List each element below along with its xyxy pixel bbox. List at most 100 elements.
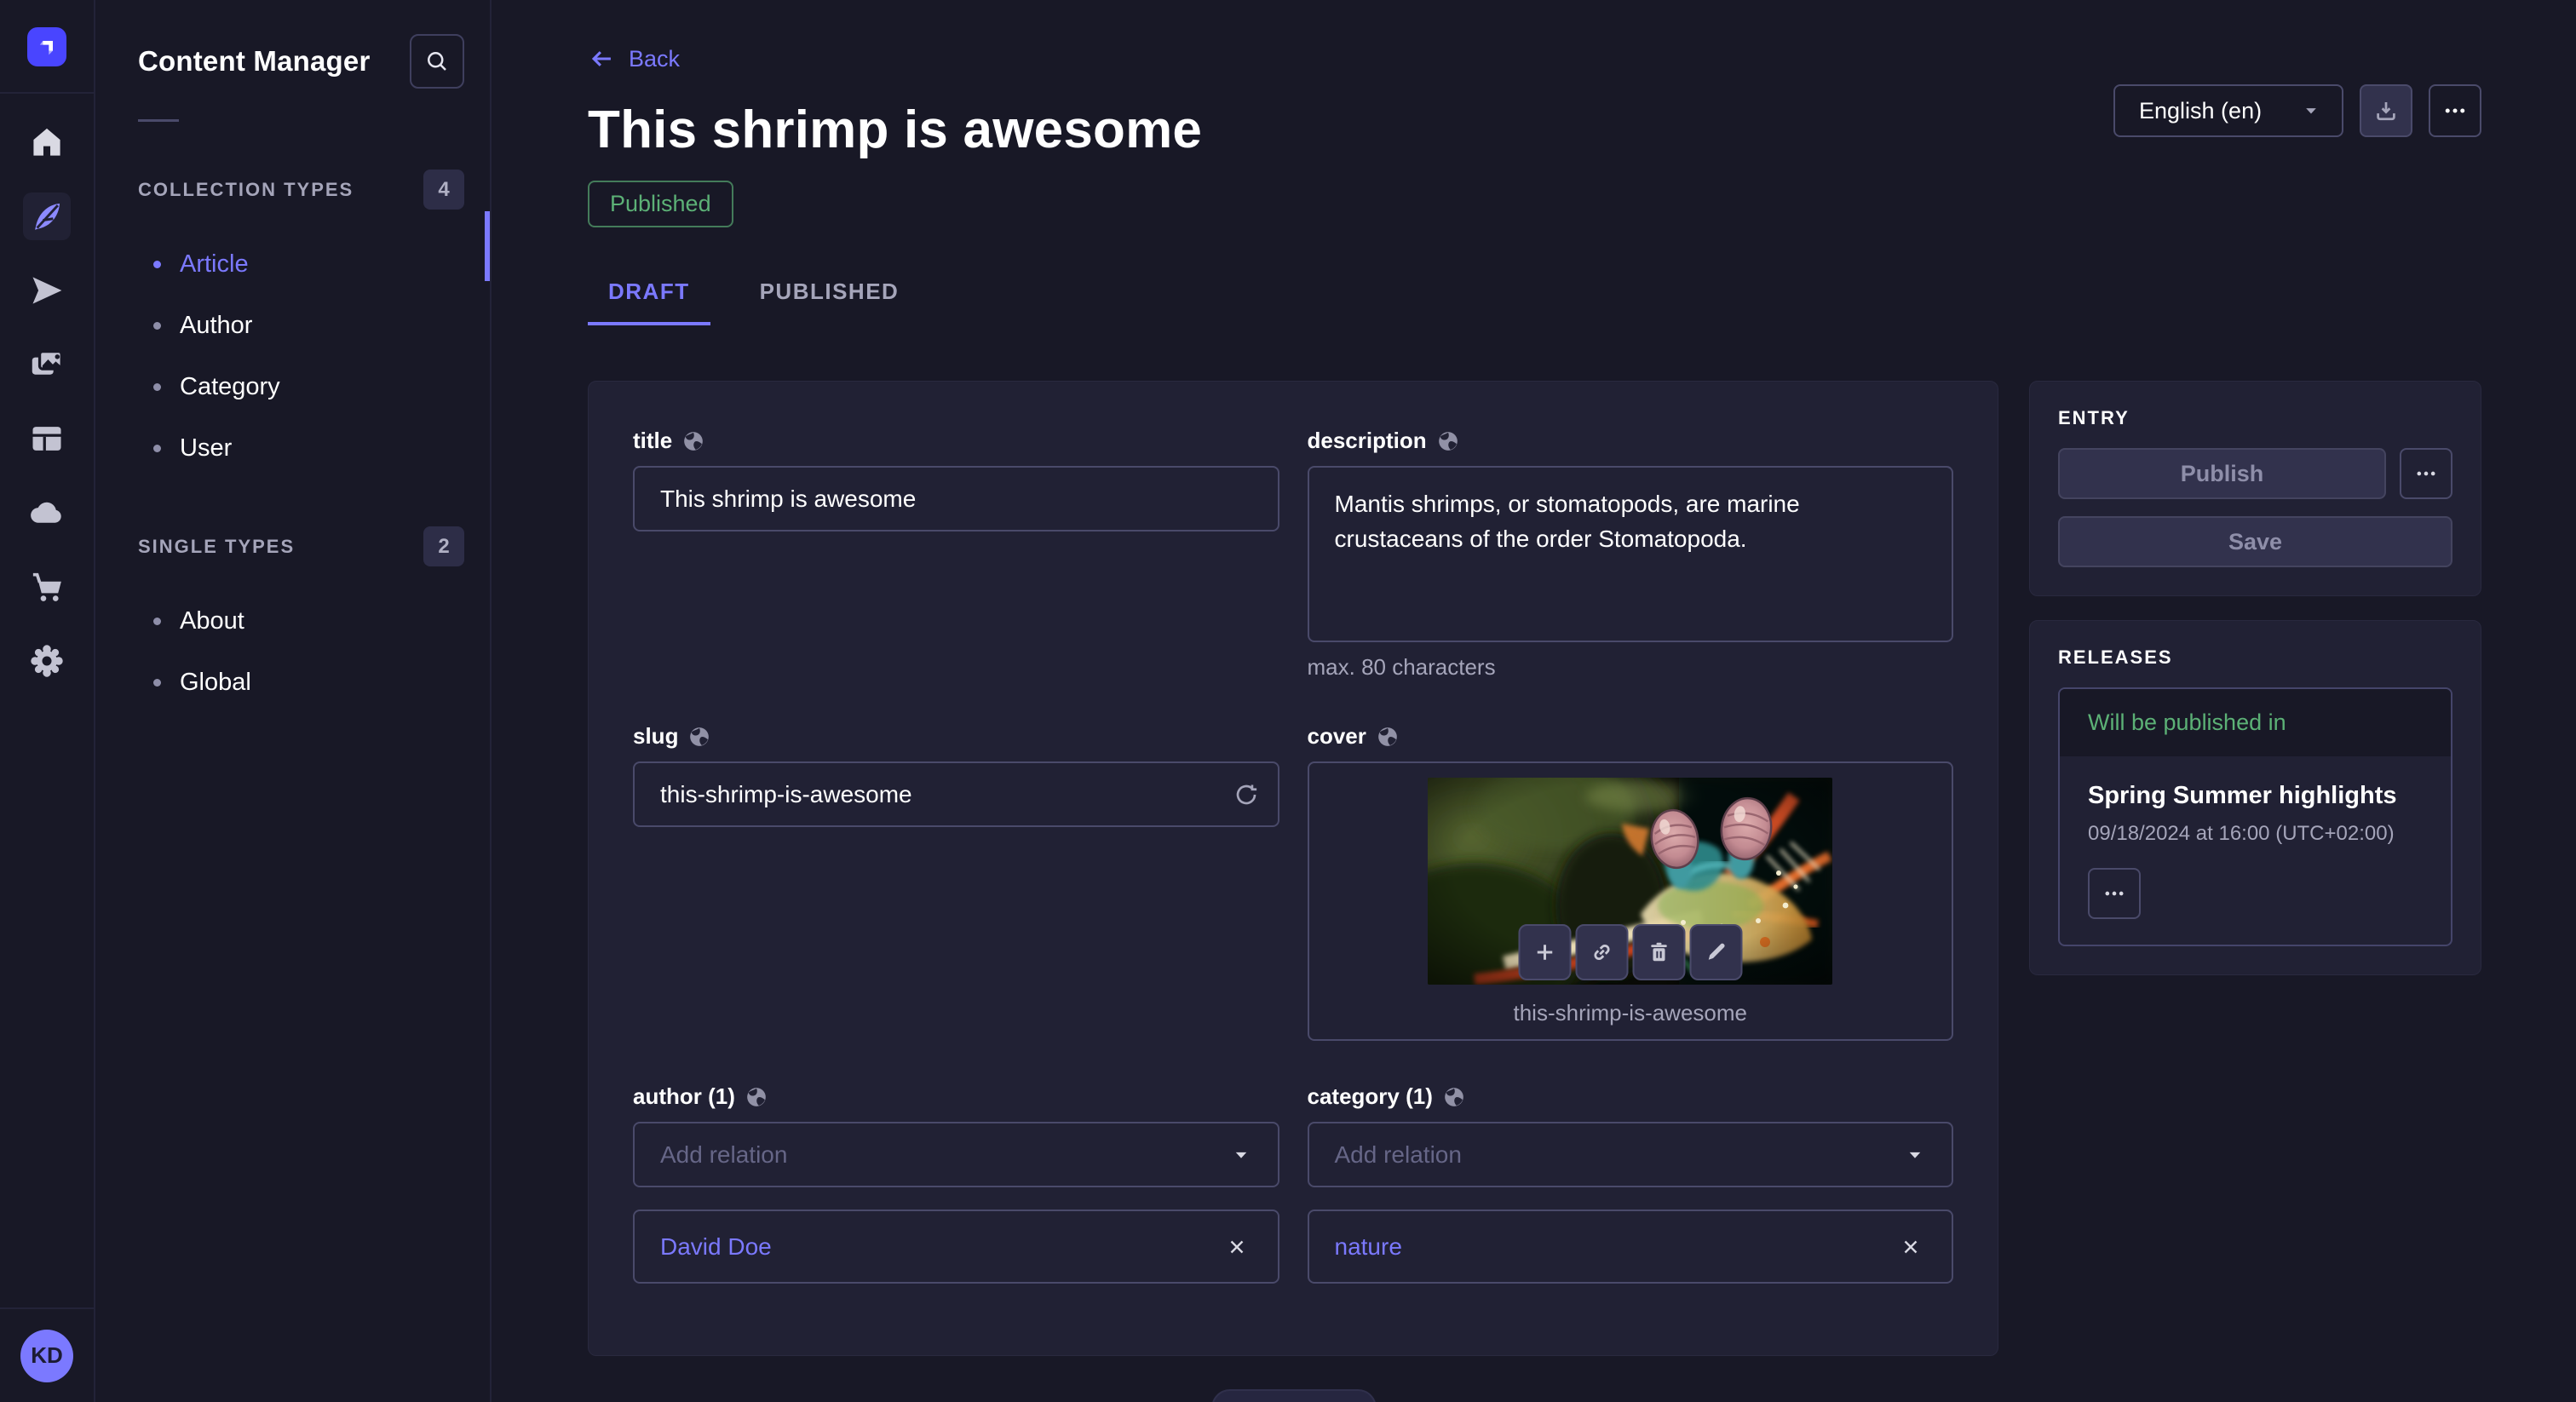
description-hint: max. 80 characters bbox=[1308, 654, 1954, 681]
release-status: Will be published in bbox=[2060, 689, 2451, 756]
author-relation-link[interactable]: David Doe bbox=[660, 1233, 772, 1261]
field-cover: cover bbox=[1308, 723, 1954, 1041]
header-controls: English (en) bbox=[2113, 84, 2481, 137]
layout-icon[interactable] bbox=[23, 415, 71, 463]
send-icon[interactable] bbox=[23, 267, 71, 314]
category-relation-item: nature bbox=[1308, 1210, 1954, 1284]
bullet-icon bbox=[153, 679, 161, 687]
author-relation-item: David Doe bbox=[633, 1210, 1279, 1284]
scroll-peek-button[interactable] bbox=[1211, 1389, 1377, 1402]
home-icon[interactable] bbox=[23, 118, 71, 166]
search-button[interactable] bbox=[410, 34, 464, 89]
slug-input[interactable] bbox=[633, 761, 1279, 827]
trash-icon bbox=[1646, 939, 1671, 965]
user-avatar[interactable]: KD bbox=[20, 1330, 73, 1382]
link-icon bbox=[1589, 939, 1614, 965]
collection-types-count: 4 bbox=[423, 170, 464, 210]
back-arrow-icon bbox=[588, 44, 617, 73]
locale-select[interactable]: English (en) bbox=[2113, 84, 2343, 137]
sidebar-item-about[interactable]: About bbox=[97, 590, 490, 652]
export-download-button[interactable] bbox=[2360, 84, 2412, 137]
refresh-icon bbox=[1233, 781, 1260, 808]
tab-draft[interactable]: DRAFT bbox=[588, 279, 710, 325]
media-library-icon[interactable] bbox=[23, 341, 71, 388]
sidebar-item-article[interactable]: Article bbox=[97, 233, 490, 295]
status-badge: Published bbox=[588, 181, 733, 227]
globe-icon bbox=[1437, 430, 1459, 452]
regenerate-slug-button[interactable] bbox=[1222, 770, 1271, 819]
cover-filename: this-shrimp-is-awesome bbox=[1309, 1000, 1952, 1026]
sidebar-item-user[interactable]: User bbox=[97, 417, 490, 479]
header-more-button[interactable] bbox=[2429, 84, 2481, 137]
search-icon bbox=[424, 49, 450, 74]
field-description: description Mantis shrimps, or stomatopo… bbox=[1308, 428, 1954, 681]
bullet-icon bbox=[153, 618, 161, 625]
download-icon bbox=[2373, 98, 2399, 124]
caret-down-icon bbox=[1902, 1142, 1928, 1168]
remove-category-button[interactable] bbox=[1892, 1228, 1929, 1266]
cover-add-button[interactable] bbox=[1518, 924, 1571, 980]
publish-button[interactable]: Publish bbox=[2058, 448, 2386, 499]
single-types-count: 2 bbox=[423, 526, 464, 566]
entry-panel: ENTRY Publish Save bbox=[2029, 381, 2481, 596]
bullet-icon bbox=[153, 383, 161, 391]
feather-icon[interactable] bbox=[23, 192, 71, 240]
cloud-icon[interactable] bbox=[23, 489, 71, 537]
author-relation-select[interactable]: Add relation bbox=[633, 1122, 1279, 1187]
more-dots-icon bbox=[2414, 462, 2438, 486]
strapi-logo[interactable] bbox=[27, 27, 66, 66]
section-label-single-types: SINGLE TYPES bbox=[138, 536, 295, 558]
main-content: Back English (en) This shrimp is awesome… bbox=[493, 0, 2576, 1402]
single-types-list: About Global bbox=[97, 590, 490, 713]
release-name: Spring Summer highlights bbox=[2088, 782, 2423, 810]
subnav-scrollbar-thumb[interactable] bbox=[485, 211, 490, 281]
section-label-collection-types: COLLECTION TYPES bbox=[138, 179, 354, 201]
version-tabs: DRAFT PUBLISHED bbox=[588, 279, 2481, 325]
title-input[interactable] bbox=[633, 466, 1279, 531]
sidebar-item-author[interactable]: Author bbox=[97, 295, 490, 356]
settings-gear-icon[interactable] bbox=[23, 637, 71, 685]
releases-panel: RELEASES Will be published in Spring Sum… bbox=[2029, 620, 2481, 975]
cover-delete-button[interactable] bbox=[1632, 924, 1685, 980]
back-link[interactable]: Back bbox=[588, 44, 680, 73]
cover-widget: this-shrimp-is-awesome bbox=[1308, 761, 1954, 1041]
tab-published[interactable]: PUBLISHED bbox=[739, 279, 920, 325]
more-dots-icon bbox=[2102, 882, 2126, 905]
rail-divider bbox=[0, 92, 94, 94]
caret-down-icon bbox=[2299, 99, 2323, 123]
pencil-icon bbox=[1703, 939, 1728, 965]
bullet-icon bbox=[153, 261, 161, 268]
close-x-icon bbox=[1900, 1236, 1922, 1258]
release-more-button[interactable] bbox=[2088, 868, 2141, 919]
app-icon-rail: KD bbox=[0, 0, 95, 1402]
right-rail: ENTRY Publish Save RELEASES Will be publ… bbox=[2029, 381, 2481, 975]
strapi-logo-icon bbox=[35, 35, 59, 59]
field-author: author (1) Add relation David Doe bbox=[633, 1083, 1279, 1284]
cart-icon[interactable] bbox=[23, 563, 71, 611]
remove-author-button[interactable] bbox=[1218, 1228, 1256, 1266]
caret-down-icon bbox=[1228, 1142, 1254, 1168]
field-category: category (1) Add relation nature bbox=[1308, 1083, 1954, 1284]
plus-icon bbox=[1532, 939, 1557, 965]
sidebar-item-category[interactable]: Category bbox=[97, 356, 490, 417]
globe-icon bbox=[682, 430, 704, 452]
bullet-icon bbox=[153, 322, 161, 330]
content-manager-subnav: Content Manager COLLECTION TYPES 4 Artic… bbox=[97, 0, 492, 1402]
save-button[interactable]: Save bbox=[2058, 516, 2452, 567]
cover-actions bbox=[1518, 924, 1742, 980]
release-date: 09/18/2024 at 16:00 (UTC+02:00) bbox=[2088, 822, 2423, 846]
entry-more-button[interactable] bbox=[2400, 448, 2452, 499]
field-slug: slug bbox=[633, 723, 1279, 1041]
edit-form-panel: title description bbox=[588, 381, 1998, 1356]
sidebar-item-global[interactable]: Global bbox=[97, 652, 490, 713]
collection-types-list: Article Author Category User bbox=[97, 233, 490, 479]
rail-bottom: KD bbox=[0, 1307, 94, 1402]
releases-panel-title: RELEASES bbox=[2058, 646, 2452, 669]
globe-icon bbox=[688, 726, 710, 748]
cover-edit-button[interactable] bbox=[1689, 924, 1742, 980]
category-relation-link[interactable]: nature bbox=[1335, 1233, 1402, 1261]
description-textarea[interactable]: Mantis shrimps, or stomatopods, are mari… bbox=[1308, 466, 1954, 642]
field-title: title bbox=[633, 428, 1279, 681]
cover-copy-link-button[interactable] bbox=[1575, 924, 1628, 980]
category-relation-select[interactable]: Add relation bbox=[1308, 1122, 1954, 1187]
